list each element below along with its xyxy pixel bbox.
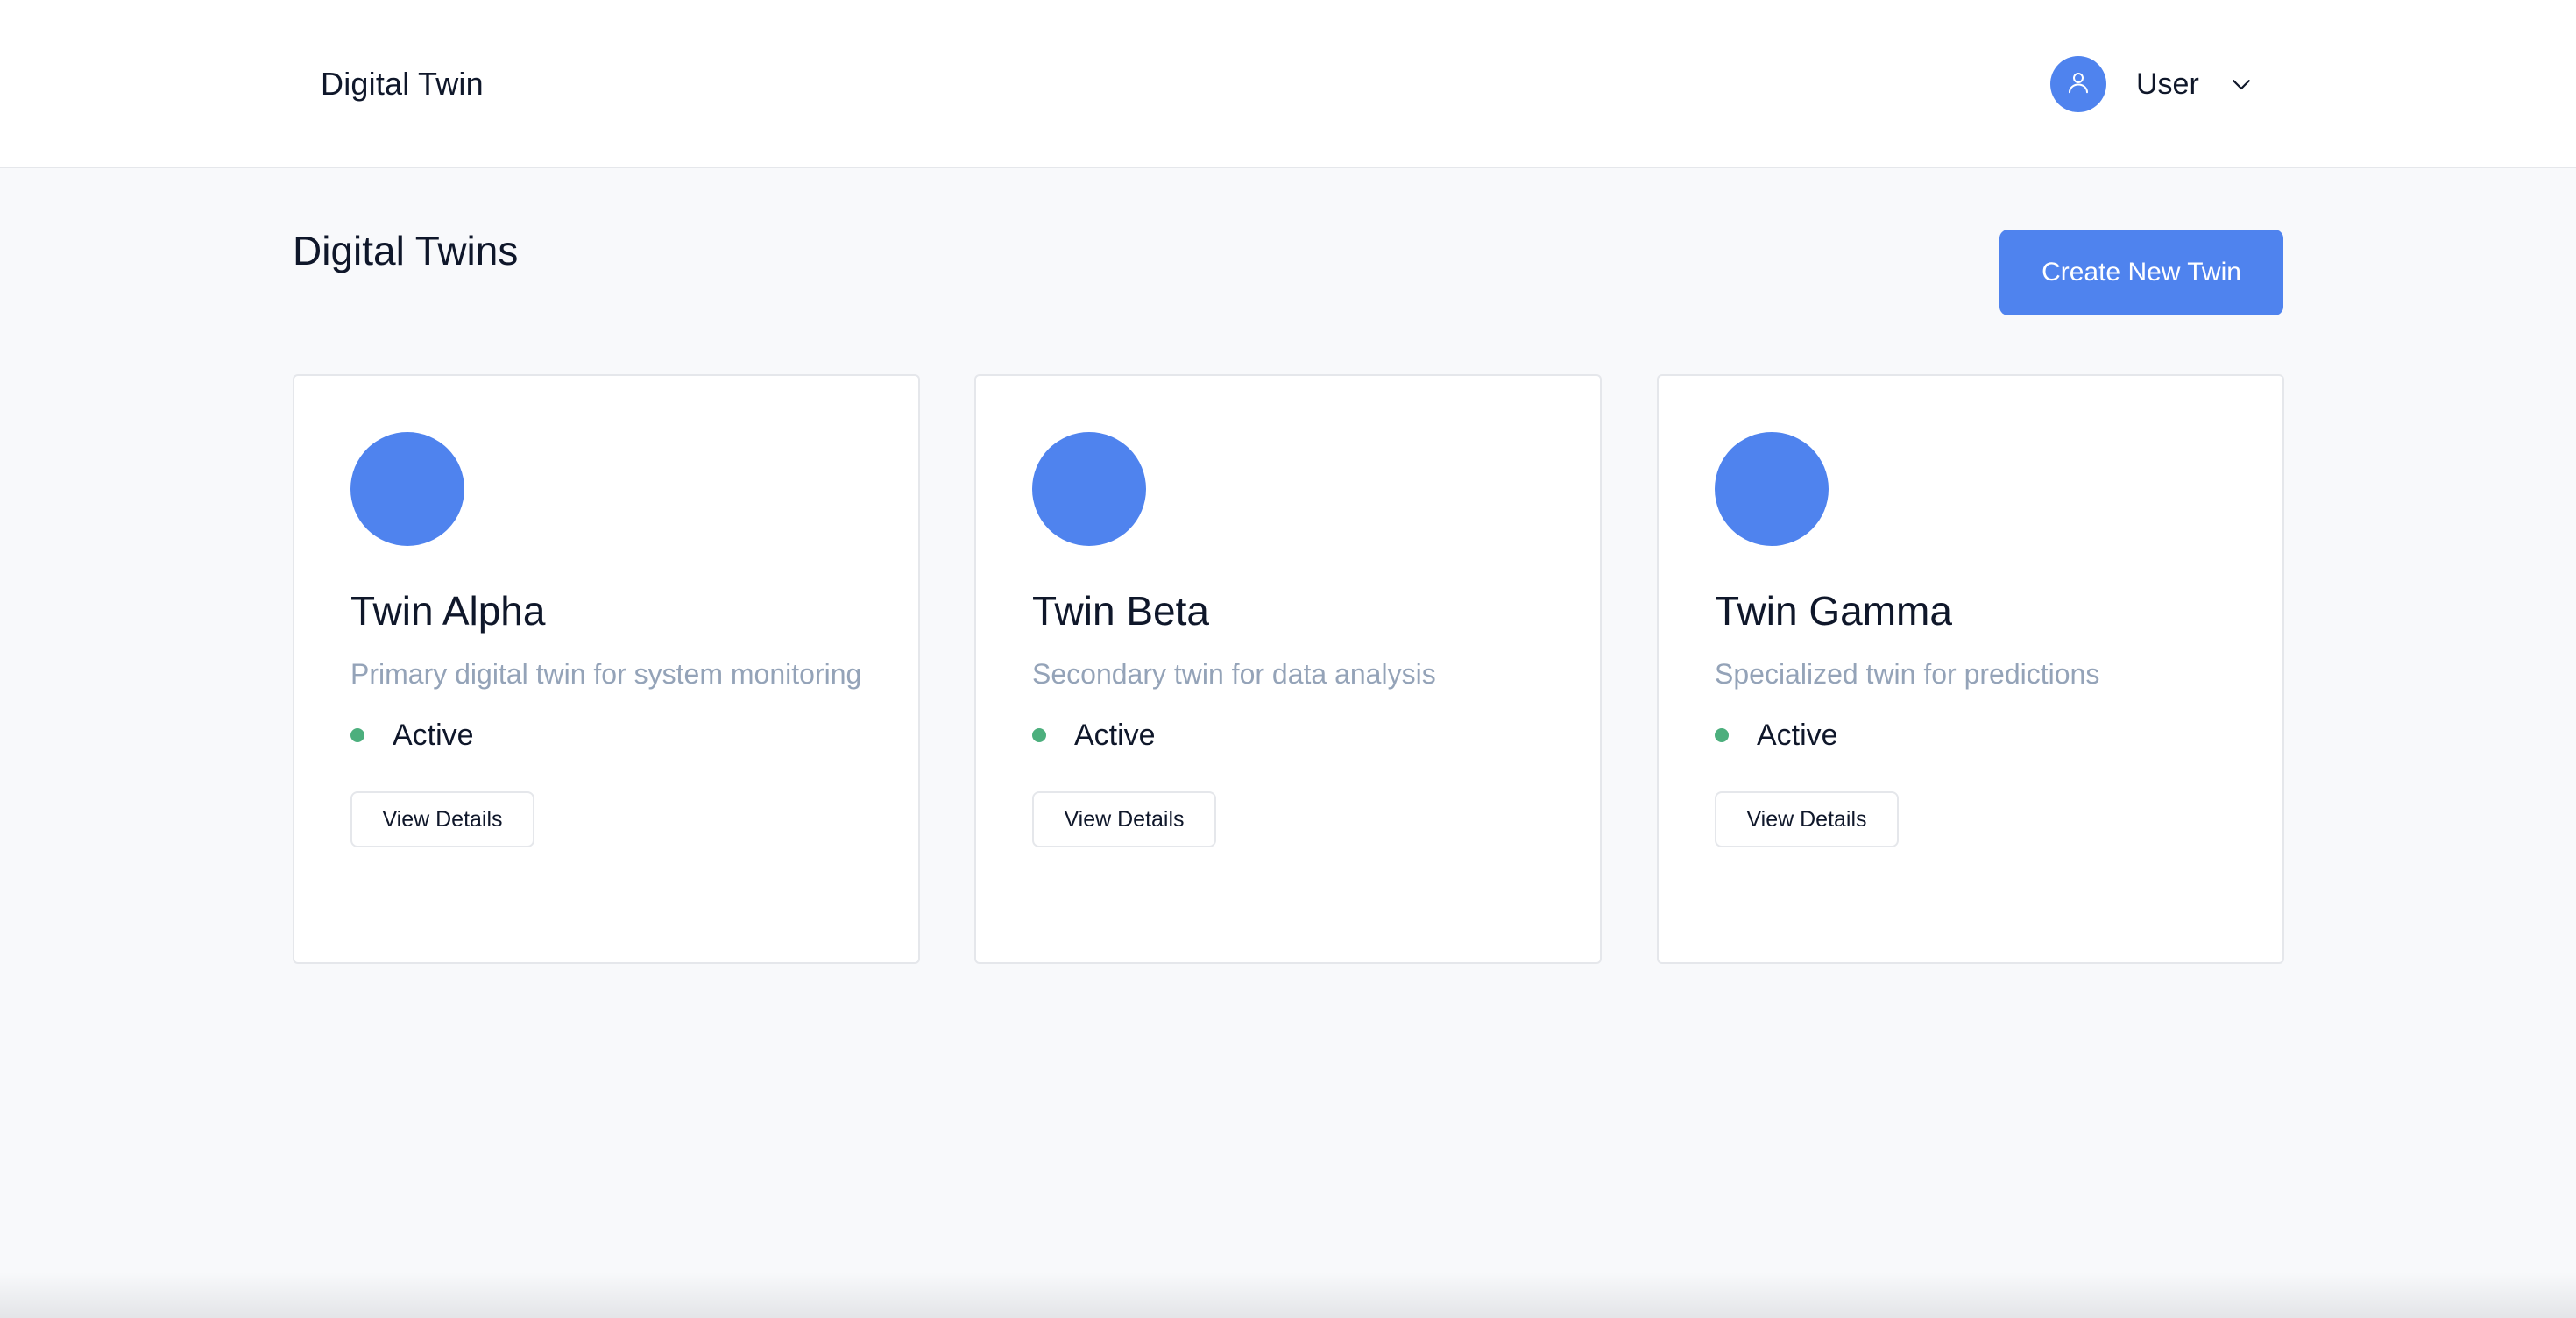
top-header: Digital Twin User: [0, 0, 2576, 168]
twin-status-label: Active: [1757, 719, 1838, 752]
user-icon: [2065, 69, 2091, 100]
twin-card-body: Specialized twin for predictions Active …: [1715, 653, 2240, 847]
chevron-down-icon[interactable]: [2227, 70, 2255, 98]
twin-avatar: [1715, 432, 1829, 546]
twin-status-label: Active: [393, 719, 474, 752]
view-details-button[interactable]: View Details: [350, 791, 534, 847]
status-dot-icon: [1715, 728, 1729, 742]
app-root: Digital Twin User Digital Twins Create N…: [0, 0, 2576, 1318]
user-name[interactable]: User: [2136, 65, 2199, 103]
bottom-shadow: [0, 1272, 2576, 1318]
twin-title: Twin Alpha: [350, 588, 546, 634]
twin-card-body: Primary digital twin for system monitori…: [350, 653, 876, 847]
brand-title[interactable]: Digital Twin: [321, 63, 484, 105]
twin-status-label: Active: [1074, 719, 1156, 752]
twin-title: Twin Beta: [1032, 588, 1209, 634]
twin-description: Secondary twin for data analysis: [1032, 658, 1436, 690]
status-dot-icon: [1032, 728, 1046, 742]
twin-card: Twin Beta Secondary twin for data analys…: [974, 374, 1602, 964]
view-details-button[interactable]: View Details: [1032, 791, 1216, 847]
twin-status: Active: [1032, 714, 1558, 756]
twin-status: Active: [1715, 714, 2240, 756]
twin-avatar: [350, 432, 464, 546]
status-dot-icon: [350, 728, 364, 742]
twin-description: Primary digital twin for system monitori…: [350, 658, 862, 690]
view-details-button[interactable]: View Details: [1715, 791, 1899, 847]
twin-card-body: Secondary twin for data analysis Active …: [1032, 653, 1558, 847]
create-new-twin-button[interactable]: Create New Twin: [1999, 230, 2283, 315]
twin-description: Specialized twin for predictions: [1715, 658, 2100, 690]
twin-card: Twin Alpha Primary digital twin for syst…: [293, 374, 920, 964]
twin-status: Active: [350, 714, 876, 756]
page-title: Digital Twins: [293, 228, 519, 273]
user-menu[interactable]: User: [2050, 55, 2255, 113]
twin-title: Twin Gamma: [1715, 588, 1952, 634]
twin-avatar: [1032, 432, 1146, 546]
user-avatar[interactable]: [2050, 56, 2106, 112]
twin-card: Twin Gamma Specialized twin for predicti…: [1657, 374, 2284, 964]
